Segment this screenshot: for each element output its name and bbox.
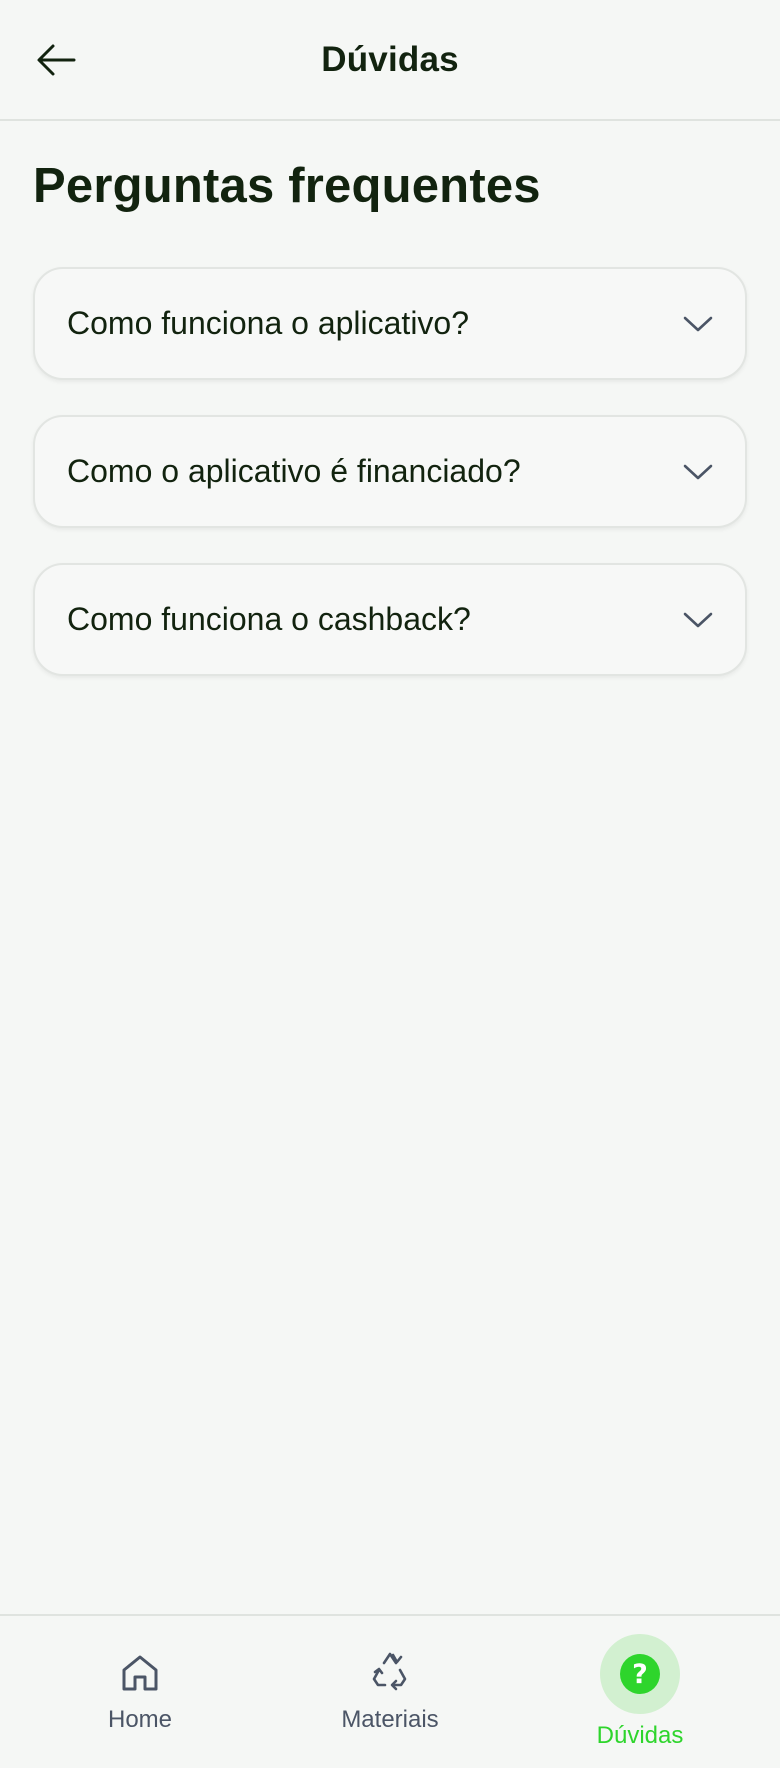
nav-item-home[interactable]: Home (80, 1616, 200, 1768)
chevron-down-icon (681, 603, 715, 637)
top-app-bar: Dúvidas (0, 0, 780, 121)
nav-label-materiais: Materiais (341, 1706, 439, 1733)
nav-item-duvidas[interactable]: ? Dúvidas (575, 1616, 705, 1768)
arrow-left-icon (37, 44, 76, 76)
faq-item-how-cashback-works[interactable]: Como funciona o cashback? (33, 563, 747, 676)
faq-section-title: Perguntas frequentes (33, 159, 541, 213)
faq-question: Como funciona o aplicativo? (67, 305, 470, 341)
recycle-icon (367, 1650, 413, 1696)
page-title: Dúvidas (321, 39, 459, 79)
help-circle-icon: ? (620, 1654, 660, 1694)
faq-screen: Dúvidas Perguntas frequentes Como funcio… (0, 0, 780, 1768)
faq-item-how-app-funded[interactable]: Como o aplicativo é financiado? (33, 415, 747, 528)
nav-item-materiais[interactable]: Materiais (320, 1616, 460, 1768)
chevron-down-icon (681, 307, 715, 341)
nav-label-duvidas: Dúvidas (596, 1722, 684, 1749)
bottom-navigation: Home Materiais ? Dúvidas (0, 1614, 780, 1768)
active-indicator: ? (600, 1634, 680, 1714)
faq-question: Como funciona o cashback? (67, 601, 471, 637)
home-icon (117, 1650, 163, 1696)
nav-label-home: Home (107, 1706, 173, 1733)
chevron-down-icon (681, 455, 715, 489)
faq-item-how-app-works[interactable]: Como funciona o aplicativo? (33, 267, 747, 380)
faq-question: Como o aplicativo é financiado? (67, 453, 521, 489)
back-button[interactable] (26, 30, 86, 90)
faq-list: Como funciona o aplicativo? Como o aplic… (33, 267, 747, 711)
